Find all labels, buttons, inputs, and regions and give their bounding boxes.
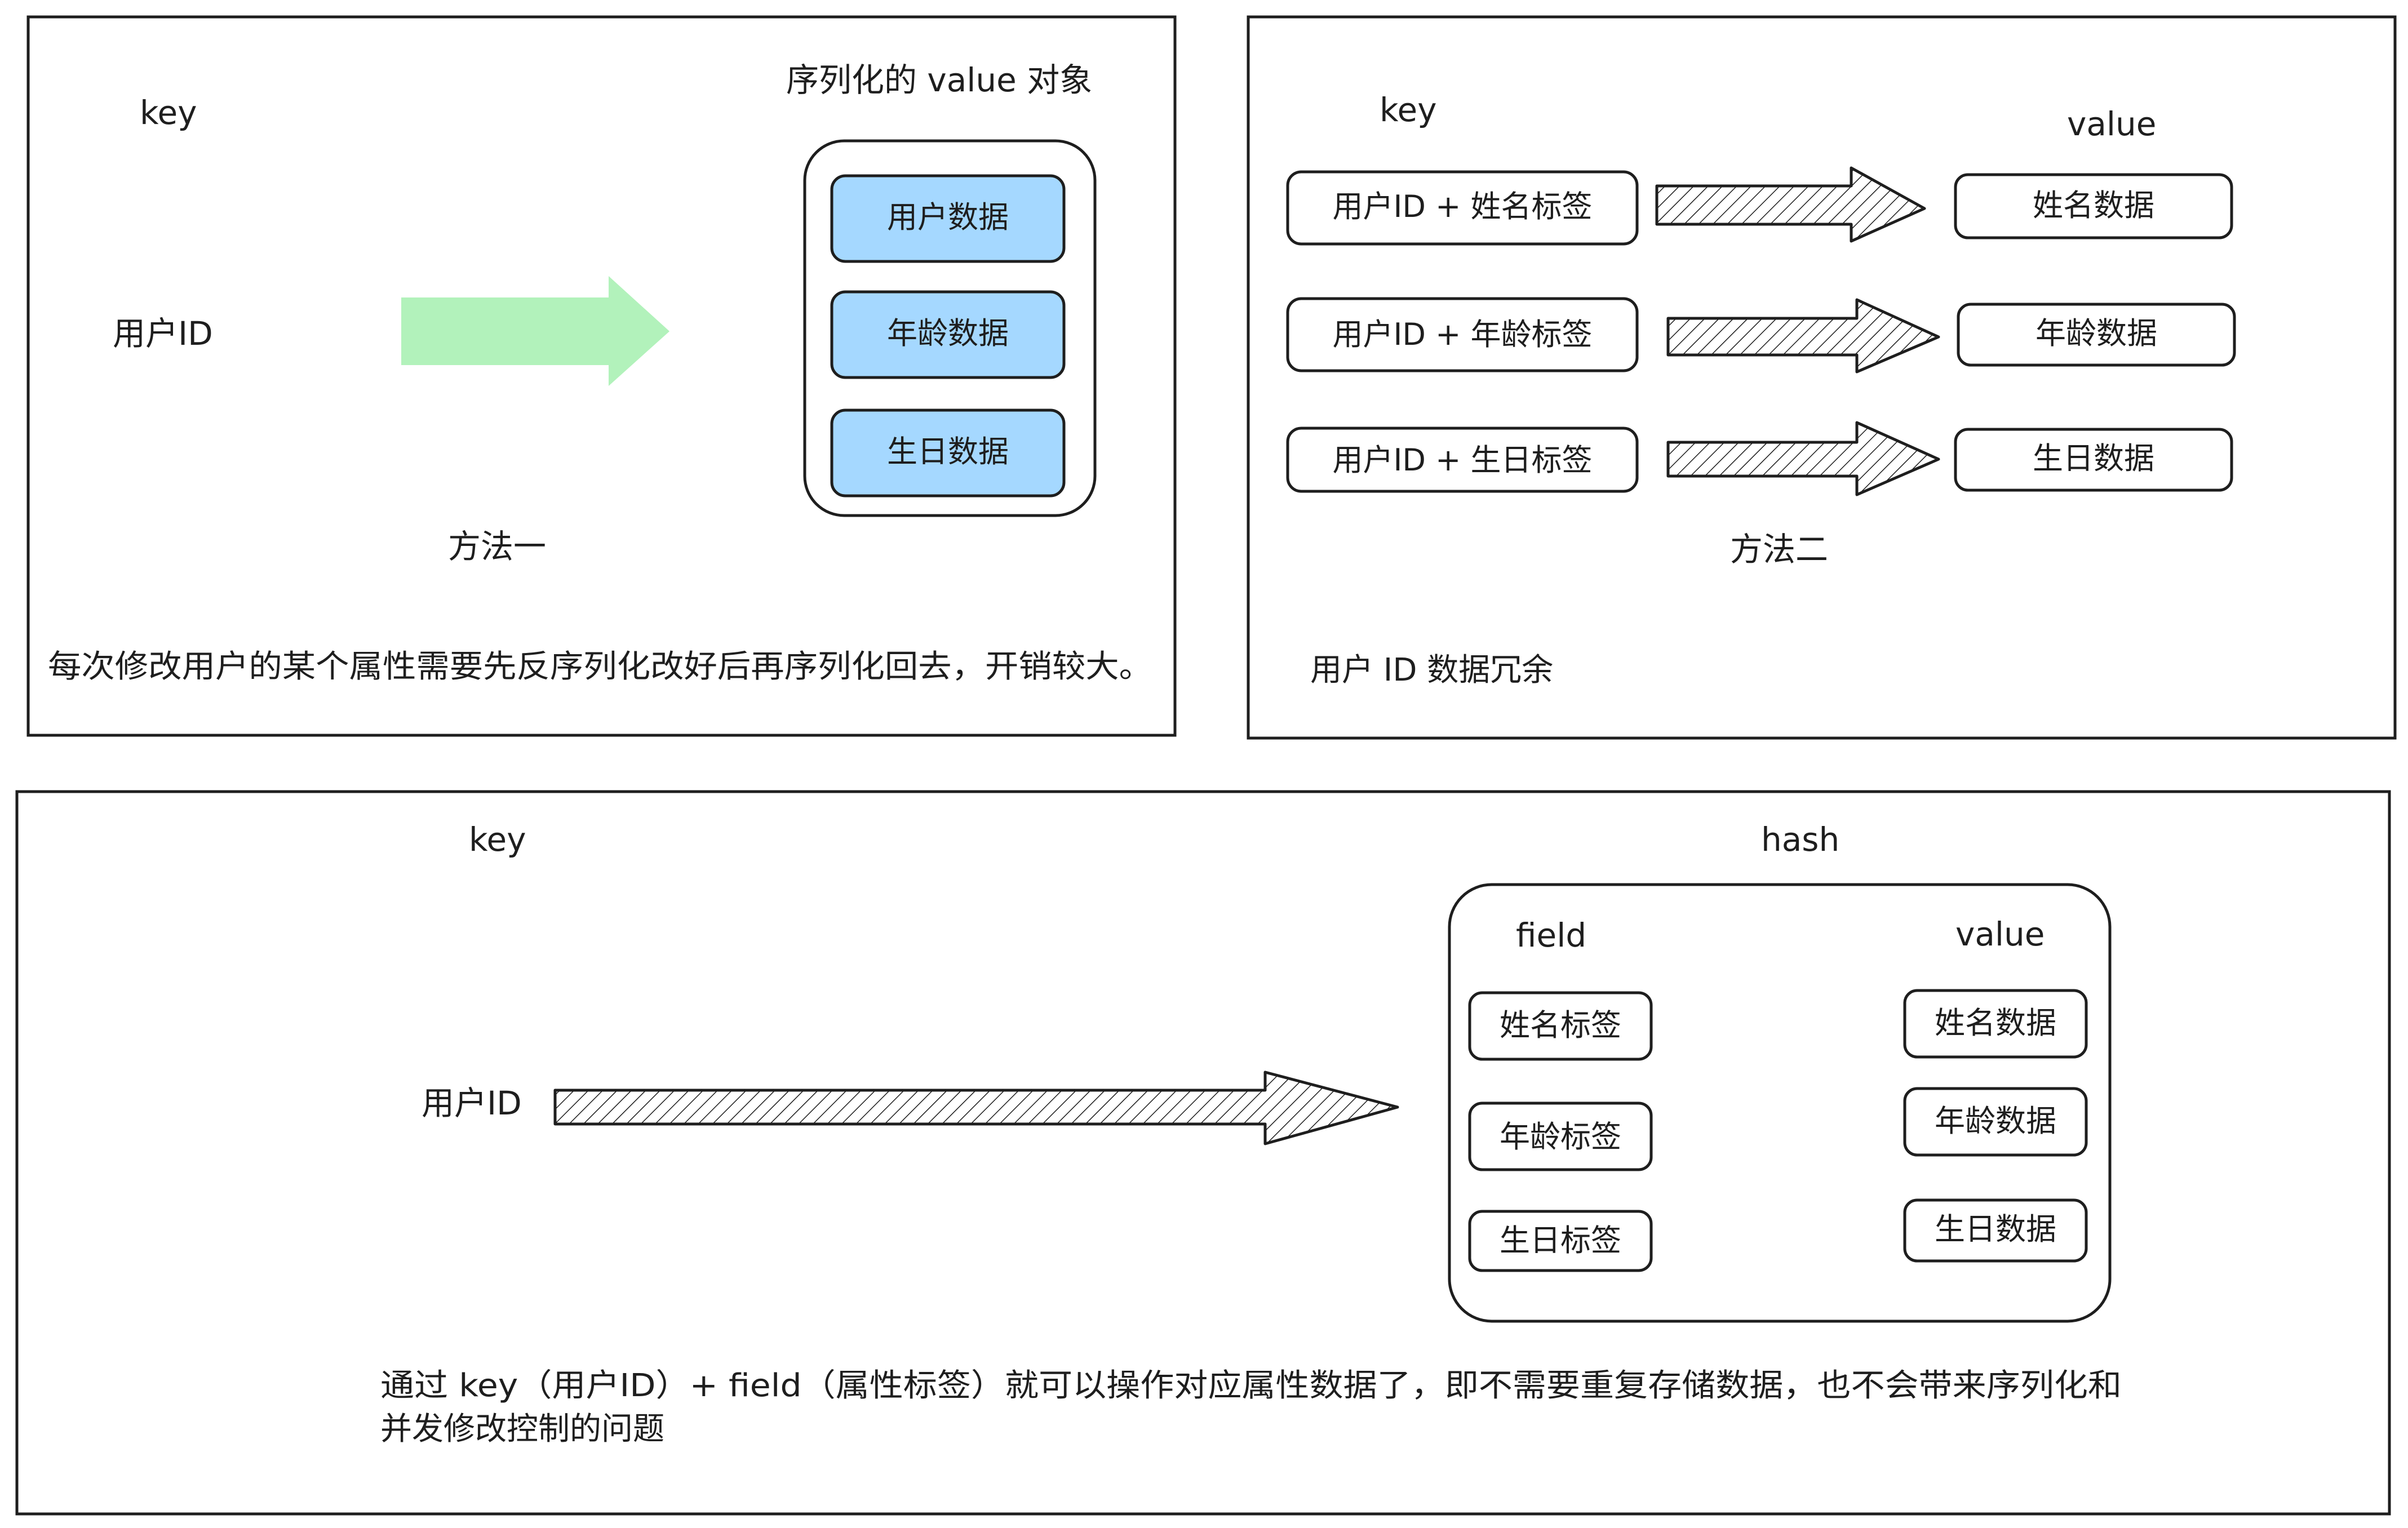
method2-row: 用户ID + 姓名标签 姓名数据	[1286, 166, 2233, 246]
method1-field-label: 用户数据	[887, 199, 1009, 235]
panel-method3: key hash 用户ID field value 姓名标签 年龄标签 生日标签…	[15, 790, 2391, 1516]
method1-field-label: 生日数据	[887, 434, 1009, 469]
method2-note: 用户 ID 数据冗余	[1310, 652, 1553, 689]
method2-key-text: 用户ID + 年龄标签	[1332, 317, 1592, 352]
panel-method3-frame	[15, 790, 2391, 1516]
method3-field-text: 年龄标签	[1500, 1119, 1621, 1154]
method1-value-title: 序列化的 value 对象	[786, 61, 1092, 99]
method3-field-box: 生日标签	[1468, 1210, 1653, 1272]
panel-method2: key value 用户ID + 姓名标签 姓名数据 用户ID + 年龄标签 年…	[1247, 15, 2397, 740]
method1-key-label: key	[140, 94, 197, 132]
diagram-canvas: key 序列化的 value 对象 用户ID 用户数据 年龄数据 生日数据 方法…	[15, 15, 2397, 1516]
method3-field-box: 姓名标签	[1468, 991, 1653, 1061]
method3-value-box: 年龄数据	[1903, 1087, 2088, 1157]
method2-key-label: key	[1380, 91, 1437, 129]
method2-key-text: 用户ID + 生日标签	[1332, 442, 1592, 478]
method2-arrow	[1655, 166, 1926, 243]
method1-key-value: 用户ID	[113, 314, 213, 353]
method2-arrow	[1666, 421, 1940, 496]
method1-arrow	[401, 276, 669, 386]
method3-field-header: field	[1516, 916, 1586, 954]
method3-value-text: 年龄数据	[1935, 1103, 2056, 1139]
method1-field-box: 年龄数据	[830, 290, 1066, 379]
method1-field-box: 用户数据	[830, 174, 1066, 263]
method3-field-box: 年龄标签	[1468, 1101, 1653, 1171]
method3-field-text: 姓名标签	[1500, 1007, 1621, 1043]
method2-row: 用户ID + 年龄标签 年龄数据	[1286, 297, 2236, 374]
method2-caption: 方法二	[1730, 530, 1828, 568]
method1-caption: 方法一	[448, 527, 546, 566]
method3-value-text: 姓名数据	[1935, 1005, 2056, 1041]
method2-row: 用户ID + 生日标签 生日数据	[1286, 421, 2233, 496]
method3-hash-label: hash	[1761, 820, 1839, 859]
method2-value-text: 生日数据	[2033, 441, 2154, 476]
method3-value-box: 姓名数据	[1903, 989, 2088, 1059]
method1-field-box: 生日数据	[830, 408, 1066, 498]
method3-value-header: value	[1955, 915, 2045, 953]
method3-value-text: 生日数据	[1935, 1211, 2056, 1247]
method3-value-box: 生日数据	[1903, 1198, 2088, 1263]
panel-method1: key 序列化的 value 对象 用户ID 用户数据 年龄数据 生日数据 方法…	[26, 15, 1177, 737]
method2-value-label: value	[2067, 105, 2156, 143]
method3-key-label: key	[469, 820, 526, 859]
method2-key-text: 用户ID + 姓名标签	[1332, 189, 1592, 224]
method3-note-line1: 通过 key（用户ID）+ field（属性标签）就可以操作对应属性数据了，即不…	[380, 1367, 2122, 1404]
method3-field-text: 生日标签	[1500, 1223, 1621, 1258]
method3-key-value: 用户ID	[422, 1084, 522, 1122]
method2-value-text: 姓名数据	[2033, 188, 2154, 223]
method2-arrow	[1666, 298, 1940, 374]
method3-arrow	[553, 1071, 1399, 1145]
method2-value-text: 年龄数据	[2036, 316, 2157, 351]
method1-field-label: 年龄数据	[887, 316, 1009, 351]
method3-note-line2: 并发修改控制的问题	[380, 1411, 664, 1447]
method1-note: 每次修改用户的某个属性需要先反序列化改好后再序列化回去，开销较大。	[48, 648, 1152, 685]
